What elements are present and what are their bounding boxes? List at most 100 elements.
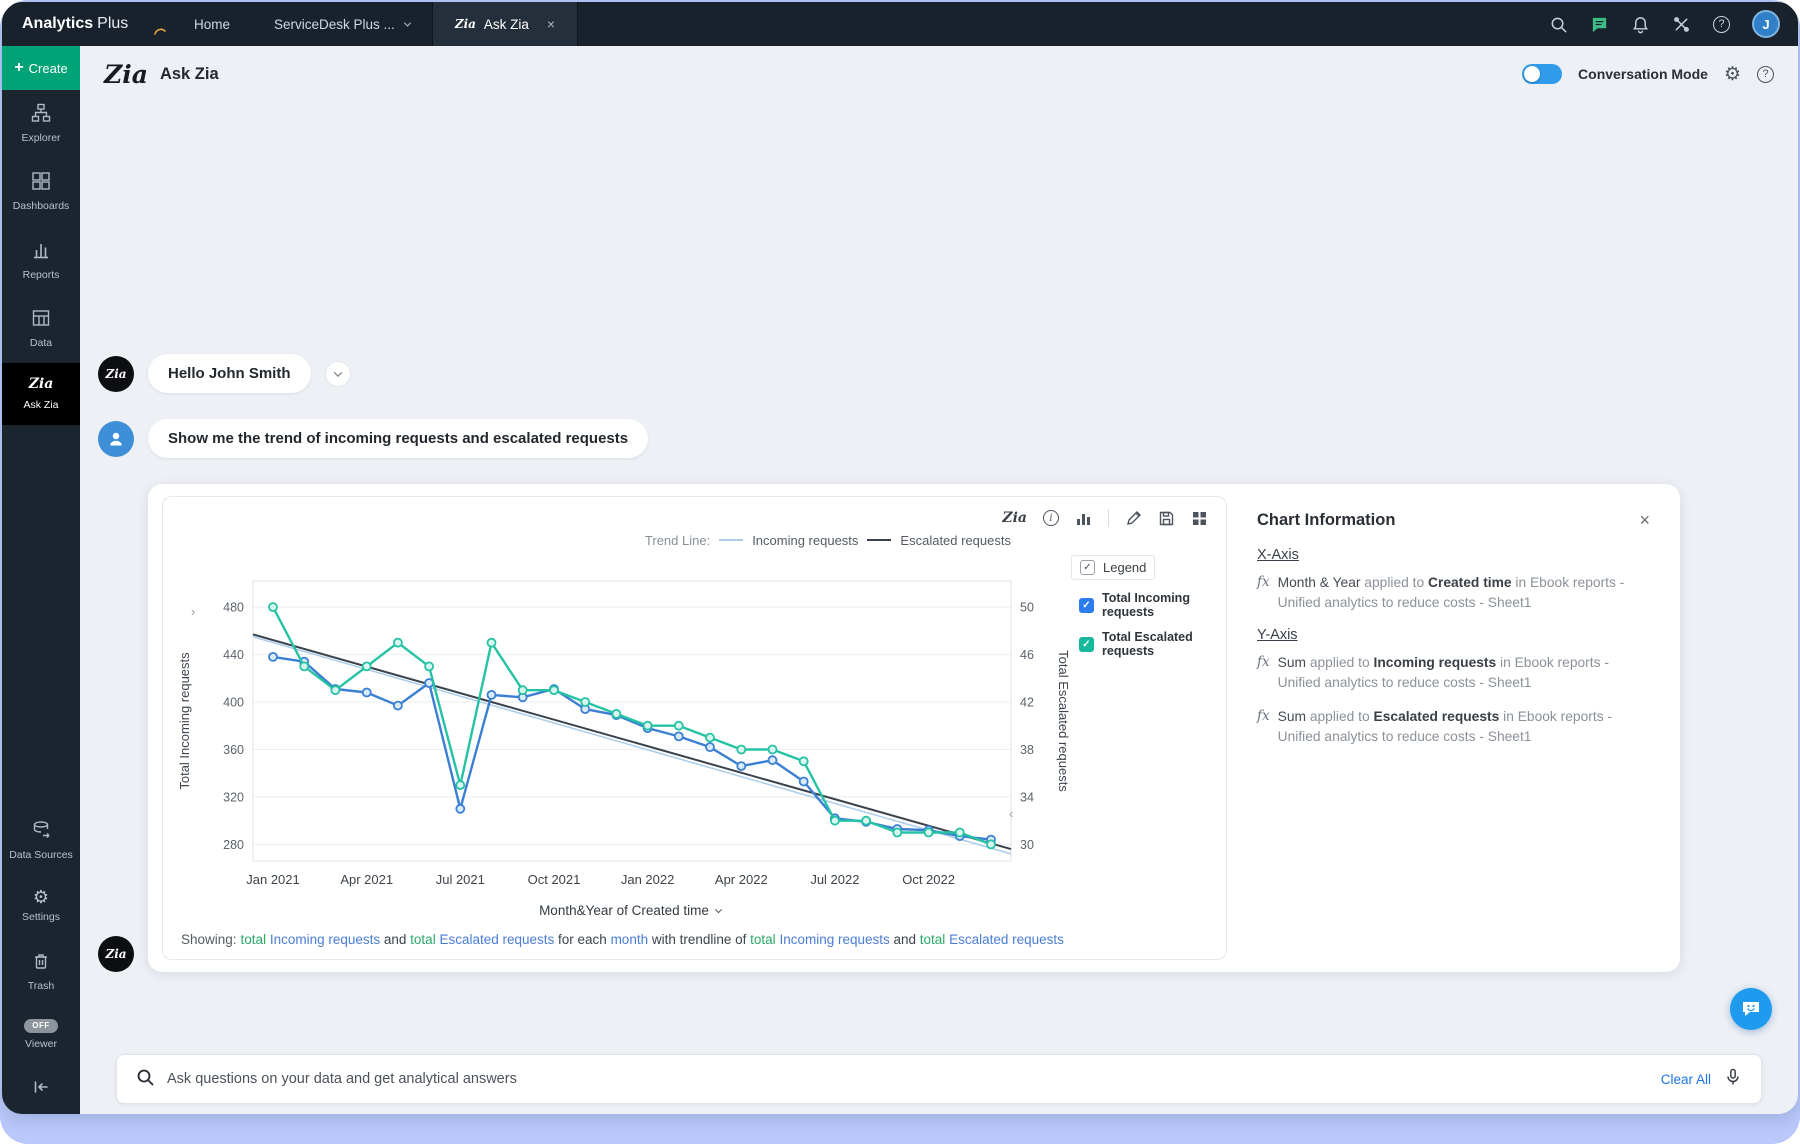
trend-chart[interactable]: 280320360400440480303438424650Jan 2021Ap… bbox=[169, 555, 1071, 899]
sidebar: + Create Explorer Dashboards Reports Dat… bbox=[2, 46, 80, 1114]
user-message-bubble: Show me the trend of incoming requests a… bbox=[148, 419, 648, 458]
sidebar-item-viewer[interactable]: OFF Viewer bbox=[2, 1006, 80, 1064]
zia-insights-icon[interactable]: Zia bbox=[1002, 510, 1027, 526]
sidebar-item-data-sources[interactable]: Data Sources bbox=[2, 807, 80, 875]
sidebar-item-dashboards[interactable]: Dashboards bbox=[2, 158, 80, 226]
conversation-area: Zia Hello John Smith Show me the trend o… bbox=[80, 354, 1798, 972]
legend-item-incoming[interactable]: ✓ Total Incoming requests bbox=[1071, 591, 1220, 619]
chart-information-title: Chart Information bbox=[1257, 511, 1395, 530]
save-icon[interactable] bbox=[1158, 510, 1175, 527]
sidebar-item-label: Data Sources bbox=[9, 849, 73, 862]
sidebar-item-settings[interactable]: ⚙ Settings bbox=[2, 875, 80, 937]
zia-glyph: Zia bbox=[105, 947, 126, 961]
tools-icon[interactable] bbox=[1672, 15, 1691, 34]
page-title: Ask Zia bbox=[160, 65, 219, 84]
sidebar-item-reports[interactable]: Reports bbox=[2, 227, 80, 295]
chart-card: Zia i Trend bbox=[162, 496, 1227, 960]
collapse-left-axis-icon[interactable]: › bbox=[191, 605, 195, 618]
svg-text:42: 42 bbox=[1020, 696, 1034, 710]
conversation-mode-toggle[interactable] bbox=[1522, 64, 1562, 84]
chevron-down-icon bbox=[715, 906, 722, 913]
legend-item-label: Total Incoming requests bbox=[1102, 591, 1220, 619]
microphone-icon[interactable] bbox=[1723, 1067, 1743, 1092]
incoming-trendline-sample bbox=[719, 539, 743, 541]
svg-text:Apr 2022: Apr 2022 bbox=[715, 872, 768, 887]
x-axis-formula-row: fx Month & Year applied to Created time … bbox=[1257, 573, 1656, 613]
sidebar-item-label: Explorer bbox=[21, 132, 60, 145]
y-axis-link[interactable]: Y-Axis bbox=[1257, 627, 1298, 643]
legend-toggle-checkbox[interactable]: ✓ Legend bbox=[1071, 555, 1155, 580]
chart-type-icon[interactable] bbox=[1075, 510, 1092, 527]
tab-servicedesk-plus[interactable]: ServiceDesk Plus ... bbox=[252, 2, 432, 46]
collapse-right-axis-icon[interactable]: ‹ bbox=[1009, 807, 1013, 820]
help-icon[interactable]: ? bbox=[1757, 66, 1774, 83]
sidebar-item-label: Reports bbox=[23, 269, 60, 282]
sidebar-item-explorer[interactable]: Explorer bbox=[2, 90, 80, 158]
chevron-down-icon bbox=[404, 19, 411, 26]
expand-greeting-button[interactable] bbox=[325, 361, 351, 387]
svg-text:440: 440 bbox=[223, 648, 244, 662]
zia-avatar: Zia bbox=[98, 356, 134, 392]
sidebar-item-data[interactable]: Data bbox=[2, 295, 80, 363]
collapse-icon bbox=[31, 1077, 51, 1101]
svg-text:Total Incoming requests: Total Incoming requests bbox=[177, 652, 192, 790]
sidebar-item-label: Settings bbox=[22, 911, 60, 924]
settings-gear-icon[interactable]: ⚙ bbox=[1724, 65, 1741, 84]
ask-question-input[interactable] bbox=[167, 1071, 1649, 1087]
close-tab-icon[interactable]: × bbox=[547, 16, 555, 32]
svg-text:360: 360 bbox=[223, 743, 244, 757]
conversation-mode-label: Conversation Mode bbox=[1578, 66, 1708, 82]
page-background: Analytics Plus Home ServiceDesk Plus ...… bbox=[0, 0, 1800, 1144]
y-axis-formula-row: fx Sum applied to Incoming requests in E… bbox=[1257, 653, 1656, 693]
notifications-bell-icon[interactable] bbox=[1631, 15, 1650, 34]
tab-home[interactable]: Home bbox=[172, 2, 252, 46]
zia-glyph: Zia bbox=[105, 367, 126, 381]
search-icon bbox=[135, 1067, 155, 1092]
sidebar-item-label: Trash bbox=[28, 980, 54, 993]
legend-item-escalated[interactable]: ✓ Total Escalated requests bbox=[1071, 630, 1220, 658]
checkbox-icon: ✓ bbox=[1079, 637, 1094, 652]
trash-icon bbox=[31, 951, 51, 975]
svg-text:400: 400 bbox=[223, 696, 244, 710]
clear-all-link[interactable]: Clear All bbox=[1661, 1072, 1711, 1087]
svg-text:Jan 2021: Jan 2021 bbox=[246, 872, 300, 887]
zia-logo: Zia bbox=[104, 60, 148, 89]
search-icon[interactable] bbox=[1549, 15, 1568, 34]
create-button[interactable]: + Create bbox=[2, 46, 80, 90]
check-glyph: ✓ bbox=[1082, 639, 1090, 650]
x-axis-field-selector[interactable]: Month&Year of Created time bbox=[179, 899, 1081, 920]
logo-text-primary: Analytics bbox=[22, 15, 93, 33]
tab-home-label: Home bbox=[194, 17, 230, 32]
showing-label: Showing: bbox=[181, 932, 237, 947]
edit-pencil-icon[interactable] bbox=[1125, 510, 1142, 527]
grid-view-icon[interactable] bbox=[1191, 510, 1208, 527]
svg-text:Oct 2022: Oct 2022 bbox=[902, 872, 955, 887]
fx-icon: fx bbox=[1257, 707, 1270, 747]
sidebar-item-ask-zia[interactable]: Zia Ask Zia bbox=[2, 363, 80, 425]
svg-text:Oct 2021: Oct 2021 bbox=[528, 872, 581, 887]
trendline-legend-label: Trend Line: bbox=[645, 533, 710, 548]
feedback-chat-icon[interactable] bbox=[1590, 15, 1609, 34]
svg-text:Jul 2022: Jul 2022 bbox=[810, 872, 859, 887]
sidebar-collapse-button[interactable] bbox=[2, 1064, 80, 1114]
top-tabs: Home ServiceDesk Plus ... Zia Ask Zia × bbox=[172, 2, 578, 46]
app-logo: Analytics Plus bbox=[2, 15, 172, 33]
x-axis-link[interactable]: X-Axis bbox=[1257, 547, 1299, 563]
dashboards-icon bbox=[31, 171, 51, 195]
close-chart-information-icon[interactable]: × bbox=[1633, 510, 1656, 531]
sidebar-item-label: Viewer bbox=[25, 1038, 57, 1051]
escalated-trendline-name: Escalated requests bbox=[900, 533, 1011, 548]
help-icon[interactable]: ? bbox=[1713, 16, 1730, 33]
tab-ask-zia-label: Ask Zia bbox=[484, 17, 529, 32]
svg-text:Apr 2021: Apr 2021 bbox=[340, 872, 393, 887]
toolbar-divider bbox=[1108, 509, 1109, 527]
logo-swoosh-icon bbox=[154, 23, 166, 41]
y-axis-formula-text: Sum applied to Escalated requests in Ebo… bbox=[1278, 707, 1648, 747]
user-avatar[interactable]: J bbox=[1752, 10, 1780, 38]
chat-assistant-button[interactable] bbox=[1730, 988, 1772, 1030]
sidebar-item-trash[interactable]: Trash bbox=[2, 938, 80, 1006]
info-icon[interactable]: i bbox=[1043, 510, 1059, 526]
tab-ask-zia[interactable]: Zia Ask Zia × bbox=[432, 2, 578, 46]
logo-text-secondary: Plus bbox=[97, 15, 128, 33]
svg-text:46: 46 bbox=[1020, 648, 1034, 662]
